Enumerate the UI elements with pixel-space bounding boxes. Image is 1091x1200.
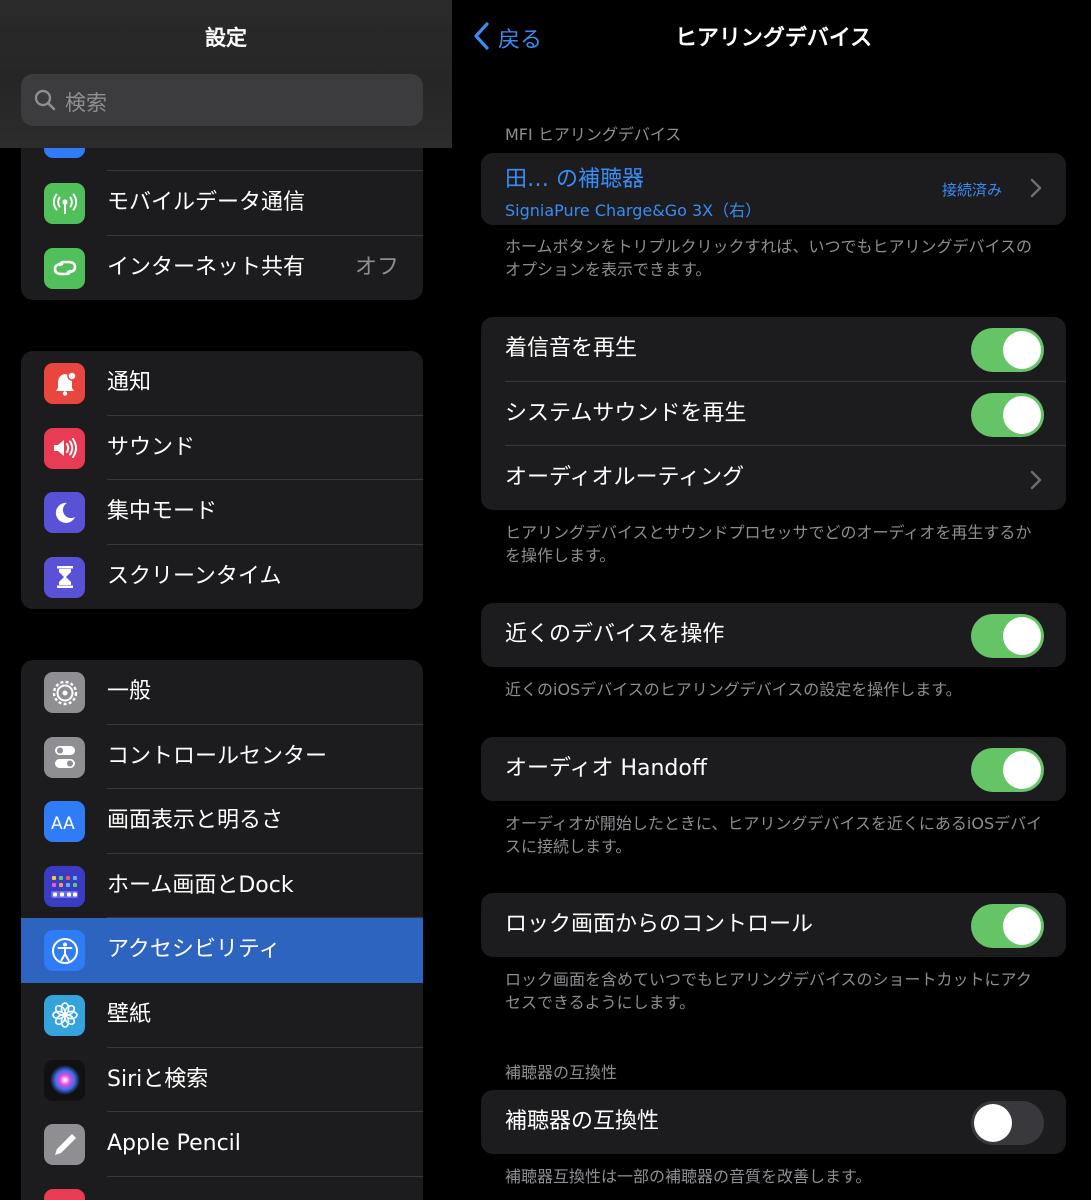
control-nearby-toggle[interactable]	[971, 614, 1044, 658]
sidebar-item-apple-pencil[interactable]: Apple Pencil	[21, 1112, 423, 1177]
sidebar-group-general: 一般 コントロールセンター AA 画面表示と明るさ ホーム画面とDock アクセ…	[21, 660, 423, 1200]
mfi-section-header: MFI ヒアリングデバイス	[505, 125, 682, 144]
row-label: 着信音を再生	[505, 336, 638, 361]
sidebar-title: 設定	[205, 26, 247, 50]
sidebar-header: 設定 検索	[0, 0, 452, 148]
page-title: ヒアリングデバイス	[674, 26, 873, 51]
search-input[interactable]: 検索	[21, 74, 423, 126]
row-label: 近くのデバイスを操作	[505, 622, 725, 647]
chevron-left-icon	[472, 21, 490, 55]
row-label: ロック画面からのコントロール	[505, 912, 814, 937]
sidebar-item-label: ホーム画面とDock	[107, 872, 294, 898]
search-placeholder: 検索	[65, 91, 107, 115]
sidebar-item-label: 一般	[107, 679, 152, 704]
row-label: オーディオ Handoff	[505, 756, 708, 781]
sidebar-item-label: コントロールセンター	[107, 743, 328, 769]
hourglass-icon	[44, 556, 85, 598]
compat-section-footer: 補聴器互換性は一部の補聴器の音質を改善します。	[505, 1167, 872, 1186]
sidebar-item-display-brightness[interactable]: AA 画面表示と明るさ	[21, 789, 423, 854]
sidebar-item-siri-search[interactable]: Siriと検索	[21, 1048, 423, 1113]
back-button[interactable]: 戻る	[472, 20, 542, 56]
sidebar-item-label: 壁紙	[107, 1001, 152, 1027]
sidebar-group-notifications: 通知 サウンド 集中モード スクリーンタイム	[21, 351, 423, 609]
home-grid-icon	[44, 865, 85, 907]
device-model: SigniaPure Charge&Go 3X（右）	[505, 201, 762, 220]
back-label: 戻る	[498, 28, 543, 53]
sidebar-item-notifications[interactable]: 通知	[21, 351, 423, 416]
sidebar-item-label: 画面表示と明るさ	[107, 808, 284, 834]
hotspot-status: オフ	[354, 254, 399, 280]
sidebar-item-label: Siriと検索	[107, 1066, 209, 1092]
accessibility-icon	[44, 930, 85, 972]
pencil-icon	[44, 1124, 85, 1166]
lock-screen-control-toggle[interactable]	[971, 904, 1044, 948]
nearby-section-footer: 近くのiOSデバイスのヒアリングデバイスの設定を操作します。	[505, 680, 962, 699]
sidebar-item-focus[interactable]: 集中モード	[21, 480, 423, 545]
flower-icon	[44, 994, 85, 1036]
audio-section-footer: ヒアリングデバイスとサウンドプロセッサでどのオーディオを再生するかを操作します。	[505, 523, 1032, 565]
lock-section-footer: ロック画面を含めていつでもヒアリングデバイスのショートカットにアクセスできるよう…	[505, 970, 1032, 1012]
switches-icon	[44, 736, 85, 778]
mfi-section-footer: ホームボタンをトリプルクリックすれば、いつでもヒアリングデバイスのオプションを表…	[505, 237, 1033, 279]
play-system-sounds-row: システムサウンドを再生	[481, 382, 1066, 446]
row-label: 補聴器の互換性	[505, 1109, 660, 1134]
sidebar-item-mobile-data[interactable]: モバイルデータ通信	[21, 171, 423, 236]
settings-sidebar: Bluetooth モバイルデータ通信 インターネット共有 オフ 通知	[0, 0, 452, 1200]
sidebar-item-label: 集中モード	[107, 499, 218, 525]
play-ringtone-row: 着信音を再生	[481, 317, 1066, 382]
sidebar-item-label: 通知	[107, 370, 152, 395]
sidebar-item-control-center[interactable]: コントロールセンター	[21, 725, 423, 790]
bell-icon	[44, 363, 85, 404]
control-nearby-group: 近くのデバイスを操作	[481, 603, 1066, 667]
sidebar-item-label: スクリーンタイム	[107, 563, 282, 589]
row-label: システムサウンドを再生	[505, 400, 747, 426]
play-system-sounds-toggle[interactable]	[971, 392, 1044, 437]
hearing-devices-pane: ヒアリングデバイス 戻る MFI ヒアリングデバイス 田… の補聴器 Signi…	[452, 0, 1091, 1200]
sidebar-item-label: アクセシビリティ	[107, 937, 281, 963]
device-status: 接続済み	[941, 181, 1002, 199]
siri-icon	[44, 1059, 85, 1101]
handoff-section-footer: オーディオが開始したときに、ヒアリングデバイスを近くにあるiOSデバイスに接続し…	[505, 814, 1043, 856]
lock-screen-control-row: ロック画面からのコントロール	[481, 893, 1066, 958]
moon-icon	[44, 492, 85, 534]
sidebar-item-label: サウンド	[107, 434, 196, 460]
row-label: オーディオルーティング	[505, 465, 745, 490]
sidebar-item-sounds[interactable]: サウンド	[21, 416, 423, 481]
sidebar-item-hotspot[interactable]: インターネット共有 オフ	[21, 236, 423, 300]
lock-screen-group: ロック画面からのコントロール	[481, 893, 1066, 957]
sidebar-item-label: モバイルデータ通信	[107, 190, 306, 215]
compat-section-header: 補聴器の互換性	[505, 1063, 618, 1082]
hearing-aid-compat-row: 補聴器の互換性	[481, 1090, 1066, 1155]
audio-routing-row[interactable]: オーディオルーティング	[481, 446, 1066, 511]
svg-text:AA: AA	[51, 814, 75, 833]
audio-settings-group: 着信音を再生 システムサウンドを再生 オーディオルーティング	[481, 317, 1066, 510]
link-icon	[44, 247, 85, 289]
sidebar-item-wallpaper[interactable]: 壁紙	[21, 983, 423, 1048]
search-icon	[33, 88, 57, 116]
sidebar-item-accessibility[interactable]: アクセシビリティ	[21, 918, 423, 983]
hearing-aid-compat-toggle[interactable]	[971, 1101, 1044, 1145]
audio-handoff-toggle[interactable]	[971, 748, 1044, 792]
sidebar-item-label: インターネット共有	[107, 254, 306, 280]
device-name: 田… の補聴器	[505, 167, 644, 192]
sidebar-item-home-screen-dock[interactable]: ホーム画面とDock	[21, 854, 423, 919]
sidebar-item-label: Apple Pencil	[107, 1131, 241, 1157]
sidebar-item-general[interactable]: 一般	[21, 660, 423, 725]
audio-handoff-group: オーディオ Handoff	[481, 737, 1066, 801]
play-ringtone-toggle[interactable]	[971, 328, 1044, 372]
hearing-aid-compat-group: 補聴器の互換性	[481, 1090, 1066, 1154]
control-nearby-row: 近くのデバイスを操作	[481, 603, 1066, 668]
antenna-icon	[44, 183, 85, 224]
gear-icon	[44, 672, 85, 713]
hearing-device-row[interactable]: 田… の補聴器 SigniaPure Charge&Go 3X（右） 接続済み	[481, 153, 1066, 225]
sidebar-item-screen-time[interactable]: スクリーンタイム	[21, 545, 423, 609]
chevron-right-icon	[1030, 178, 1042, 202]
audio-handoff-row: オーディオ Handoff	[481, 737, 1066, 802]
sidebar-item-partial[interactable]	[21, 1177, 423, 1200]
speaker-icon	[44, 427, 85, 469]
chevron-right-icon	[1030, 470, 1042, 494]
text-size-icon: AA	[44, 801, 85, 843]
fingerprint-icon	[44, 1188, 85, 1200]
